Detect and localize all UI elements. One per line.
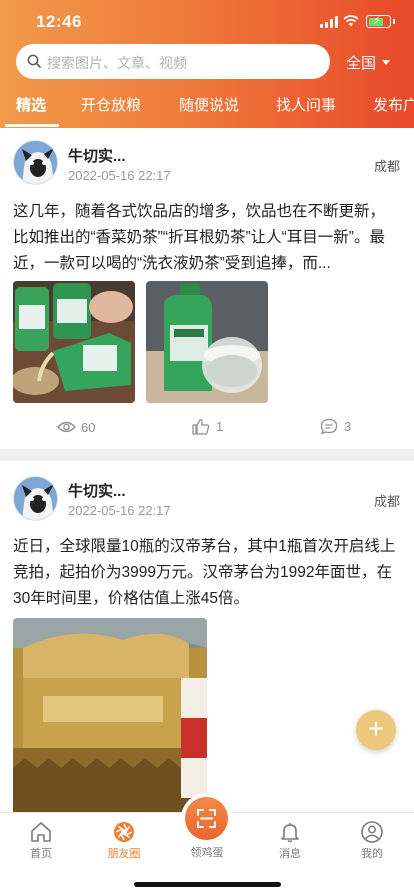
tabbar-moments-label: 朋友圈 [107, 848, 141, 860]
tab-jingxuan[interactable]: 精选 [16, 94, 46, 115]
tabbar-messages-label: 消息 [279, 848, 301, 860]
tab-suibianshuoshuo[interactable]: 随便说说 [179, 94, 239, 115]
post-city: 成都 [374, 494, 401, 509]
add-post-button[interactable]: + [356, 710, 396, 750]
author-name[interactable]: 牛切实... [68, 145, 126, 166]
tab-kaicangfangliang[interactable]: 开仓放粮 [81, 94, 141, 115]
post-text[interactable]: 近日，全球限量10瓶的汉帝茅台，其中1瓶首次开启线上竞拍，起拍价为3999万元。… [13, 534, 397, 612]
header: 12:46 ⚡ 搜索图片、文章、视频 全国 精选 开仓放粮 随便说说 找人问事 … [0, 0, 414, 128]
author-name[interactable]: 牛切实... [68, 480, 126, 501]
region-label: 全国 [346, 55, 377, 72]
home-indicator [134, 882, 281, 887]
home-icon [31, 822, 51, 842]
tabbar-messages[interactable]: 消息 [260, 813, 320, 863]
post-image[interactable] [146, 281, 268, 403]
cellular-signal-icon [320, 16, 338, 28]
eye-icon [57, 421, 76, 433]
status-bar: 12:46 ⚡ [0, 0, 414, 44]
bell-icon [281, 823, 299, 843]
tab-fabu[interactable]: 发布广 [373, 94, 414, 115]
post-image[interactable] [13, 618, 207, 812]
comment-button[interactable]: 3 [320, 418, 360, 436]
view-count: 60 [57, 419, 107, 437]
tabbar-get-eggs[interactable] [185, 797, 228, 840]
caret-down-icon [382, 60, 391, 65]
avatar[interactable] [13, 140, 58, 185]
tab-zhaorenwenshi[interactable]: 找人问事 [276, 94, 336, 115]
avatar[interactable] [13, 476, 58, 521]
post-card[interactable]: 牛切实... 2022-05-16 22:17 成都 近日，全球限量10瓶的汉帝… [0, 461, 414, 812]
post-card[interactable]: 牛切实... 2022-05-16 22:17 成都 这几年，随着各式饮品店的增… [0, 128, 414, 449]
search-icon [27, 54, 41, 68]
tabbar-get-eggs-label: 领鸡蛋 [190, 847, 224, 859]
plus-icon: + [367, 713, 385, 744]
thumbs-up-icon [192, 419, 210, 435]
active-tab-indicator [5, 124, 59, 127]
search-placeholder[interactable]: 搜索图片、文章、视频 [47, 53, 187, 73]
post-date: 2022-05-16 22:17 [68, 168, 171, 183]
like-button[interactable]: 1 [192, 418, 232, 436]
post-city: 成都 [374, 159, 401, 174]
tabbar-home[interactable]: 首页 [11, 813, 71, 863]
battery-icon: ⚡ [366, 15, 395, 28]
region-selector[interactable]: 全国 [346, 52, 391, 73]
tabbar-moments[interactable]: 朋友圈 [94, 813, 154, 863]
post-text[interactable]: 这几年，随着各式饮品店的增多，饮品也在不断更新，比如推出的“香菜奶茶”“折耳根奶… [13, 199, 397, 277]
comment-icon [320, 418, 338, 435]
views-value: 60 [81, 420, 96, 435]
post-image[interactable] [13, 281, 135, 403]
search-bar[interactable]: 搜索图片、文章、视频 [16, 44, 330, 79]
tabbar-home-label: 首页 [30, 848, 52, 860]
aperture-icon [114, 822, 134, 842]
category-tabs: 精选 开仓放粮 随便说说 找人问事 发布广 [0, 88, 414, 128]
tabbar-profile[interactable]: 我的 [342, 813, 402, 863]
tabbar-profile-label: 我的 [361, 848, 383, 860]
likes-value: 1 [216, 419, 224, 434]
post-date: 2022-05-16 22:17 [68, 503, 171, 518]
user-icon [361, 821, 383, 843]
status-time: 12:46 [36, 12, 82, 31]
scan-icon [197, 809, 216, 828]
wifi-icon [343, 15, 359, 27]
comments-value: 3 [344, 419, 352, 434]
